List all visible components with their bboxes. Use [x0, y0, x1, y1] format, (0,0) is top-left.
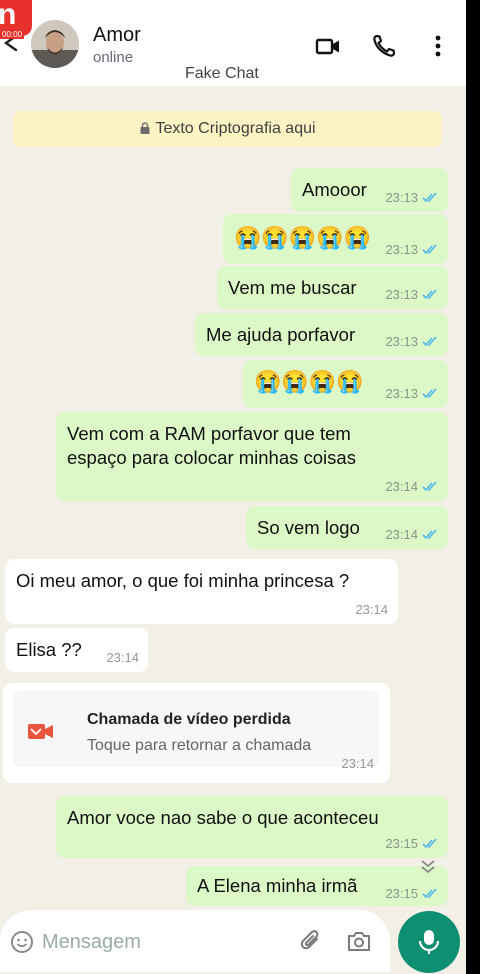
message-text: Vem com a RAM porfavor que tem espaço pa…	[67, 423, 356, 468]
message-bubble[interactable]: A Elena minha irmã 23:15	[186, 866, 448, 906]
missed-call-subtitle: Toque para retornar a chamada	[87, 737, 312, 754]
message-time: 23:14	[385, 527, 418, 542]
message-time: 23:13	[385, 287, 418, 302]
message-text: Me ajuda porfavor	[206, 324, 356, 345]
chat-header: Amor online Fake Chat	[0, 0, 466, 86]
lock-icon	[140, 122, 150, 134]
missed-call-title: Chamada de vídeo perdida	[87, 711, 291, 728]
contact-status: online	[93, 49, 134, 66]
emoji-icon[interactable]	[10, 930, 34, 954]
missed-call-card[interactable]: Chamada de vídeo perdida Toque para reto…	[3, 683, 390, 783]
message-text: 😭😭😭😭	[254, 369, 364, 394]
message-bubble[interactable]: Vem com a RAM porfavor que tem espaço pa…	[56, 412, 448, 501]
message-time: 23:13	[385, 190, 418, 205]
read-ticks-icon	[422, 336, 437, 347]
more-options-icon[interactable]	[424, 32, 452, 60]
message-text: Elisa ??	[16, 639, 82, 660]
chat-screen: Amor online Fake Chat Texto Criptografia…	[0, 0, 466, 974]
message-time: 23:15	[385, 836, 418, 851]
read-ticks-icon	[422, 244, 437, 255]
message-text: Vem me buscar	[228, 277, 357, 298]
missed-video-call-icon	[28, 724, 53, 739]
message-bubble[interactable]: 😭😭😭😭 23:13	[243, 360, 448, 408]
missed-call-time: 23:14	[341, 756, 374, 771]
message-text: 😭😭😭😭😭	[234, 225, 371, 250]
message-time: 23:14	[385, 479, 418, 494]
message-input[interactable]	[42, 926, 242, 958]
encryption-notice[interactable]: Texto Criptografia aqui	[13, 111, 442, 147]
read-ticks-icon	[422, 838, 437, 849]
message-time: 23:13	[385, 386, 418, 401]
message-time: 23:15	[385, 886, 418, 901]
contact-name[interactable]: Amor	[93, 24, 141, 47]
message-bubble[interactable]: 😭😭😭😭😭 23:13	[223, 214, 448, 264]
phone-icon[interactable]	[370, 32, 398, 60]
microphone-icon	[418, 930, 440, 954]
read-ticks-icon	[422, 192, 437, 203]
missed-call-inner[interactable]	[13, 691, 379, 767]
message-time: 23:13	[385, 242, 418, 257]
attach-icon[interactable]	[298, 928, 324, 954]
encryption-notice-text: Texto Criptografia aqui	[155, 120, 316, 137]
screen-edge	[466, 0, 480, 974]
message-text: Amooor	[302, 179, 367, 200]
read-ticks-icon	[422, 481, 437, 492]
scroll-down-icon[interactable]	[414, 853, 442, 881]
app-title: Fake Chat	[185, 65, 259, 82]
message-time: 23:14	[355, 602, 388, 617]
mic-button[interactable]	[398, 911, 460, 973]
message-bubble[interactable]: Elisa ?? 23:14	[5, 628, 148, 672]
message-bubble[interactable]: Oi meu amor, o que foi minha princesa ? …	[5, 559, 398, 624]
avatar[interactable]	[31, 20, 79, 68]
camera-icon[interactable]	[346, 929, 372, 953]
record-time: 00:00	[0, 30, 25, 39]
message-text: Amor voce nao sabe o que aconteceu	[67, 807, 379, 828]
message-bubble[interactable]: Amooor 23:13	[291, 168, 448, 212]
message-text: So vem logo	[257, 517, 360, 538]
message-time: 23:14	[106, 650, 139, 665]
message-text: Oi meu amor, o que foi minha princesa ?	[16, 570, 350, 591]
read-ticks-icon	[422, 529, 437, 540]
message-bubble[interactable]: So vem logo 23:14	[246, 506, 448, 549]
video-call-icon[interactable]	[314, 32, 342, 60]
message-bubble[interactable]: Vem me buscar 23:13	[217, 266, 448, 309]
message-time: 23:13	[385, 334, 418, 349]
message-text: A Elena minha irmã	[197, 875, 358, 896]
read-ticks-icon	[422, 888, 437, 899]
message-bubble[interactable]: Amor voce nao sabe o que aconteceu 23:15	[56, 796, 448, 858]
read-ticks-icon	[422, 289, 437, 300]
read-ticks-icon	[422, 388, 437, 399]
message-bubble[interactable]: Me ajuda porfavor 23:13	[195, 313, 448, 356]
